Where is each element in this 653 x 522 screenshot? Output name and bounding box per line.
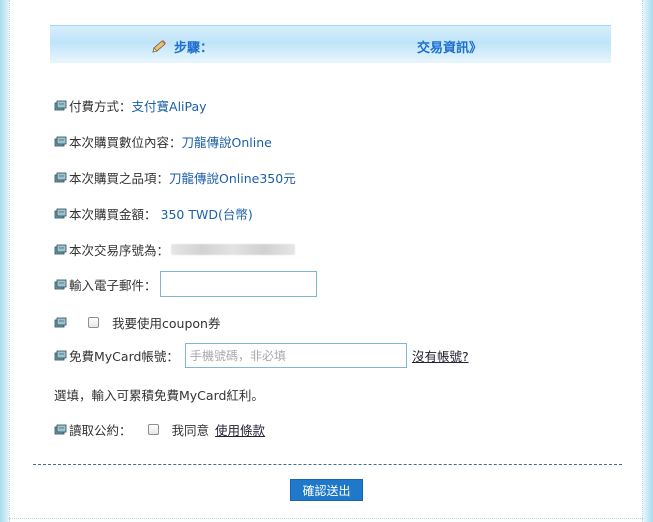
book-icon [54,244,67,255]
item-label: 本次購買之品項： [69,171,170,186]
amount-row: 本次購買金額： 350 TWD(台幣) [54,204,253,223]
terms-label: 讀取公約： [69,423,132,438]
amount-value: 350 TWD(台幣) [156,207,253,222]
terms-row: 讀取公約： 我同意 使用條款 [54,420,265,439]
book-icon [54,350,67,361]
payment-method-label: 付費方式： [69,99,132,114]
coupon-row: 我要使用coupon券 [54,313,220,332]
page-background-right [643,0,653,522]
content-row: 本次購買數位內容： 刀龍傳說Online [54,132,272,151]
book-icon [54,172,67,183]
email-row: 輸入電子郵件： [54,271,317,297]
book-icon [54,317,67,328]
coupon-label: 我要使用coupon券 [112,316,221,331]
item-value: 刀龍傳說Online350元 [169,171,296,186]
mycard-note: 選填，輸入可累積免費MyCard紅利。 [54,385,264,404]
transaction-label: 本次交易序號為： [69,243,170,258]
mycard-label: 免費MyCard帳號： [69,349,179,364]
email-input[interactable] [159,271,317,297]
item-row: 本次購買之品項： 刀龍傳說Online350元 [54,168,296,187]
book-icon [54,208,67,219]
step-label-group: 步驟： [150,37,213,56]
payment-method-row: 付費方式： 支付寶AliPay [54,96,207,115]
content-frame [9,0,643,522]
email-label: 輸入電子郵件： [69,277,157,293]
step-current: 交易資訊》 [417,41,483,56]
section-divider [33,464,622,465]
transaction-row: 本次交易序號為： [54,240,296,259]
submit-button[interactable]: 確認送出 [290,479,363,501]
bottom-border [9,518,643,519]
book-icon [54,279,67,289]
pencil-icon [152,39,166,53]
content-value: 刀龍傳說Online [181,135,272,150]
book-icon [54,100,67,111]
mycard-input[interactable] [184,343,407,368]
mycard-row: 免費MyCard帳號： 沒有帳號? [54,343,469,368]
amount-label: 本次購買金額： [69,207,157,222]
book-icon [54,136,67,147]
terms-link[interactable]: 使用條款 [215,420,265,439]
payment-method-value: 支付寶AliPay [131,99,207,114]
coupon-checkbox[interactable] [88,317,99,328]
book-icon [54,424,67,435]
agree-checkbox[interactable] [147,424,159,435]
step-label: 步驟： [174,41,214,56]
agree-label: 我同意 [171,423,210,438]
transaction-number-redacted [171,244,296,255]
no-account-link[interactable]: 沒有帳號? [412,346,469,365]
step-header: 步驟： 交易資訊》 [50,25,611,63]
mycard-note-text: 選填，輸入可累積免費MyCard紅利。 [54,388,264,403]
content-label: 本次購買數位內容： [69,135,182,150]
